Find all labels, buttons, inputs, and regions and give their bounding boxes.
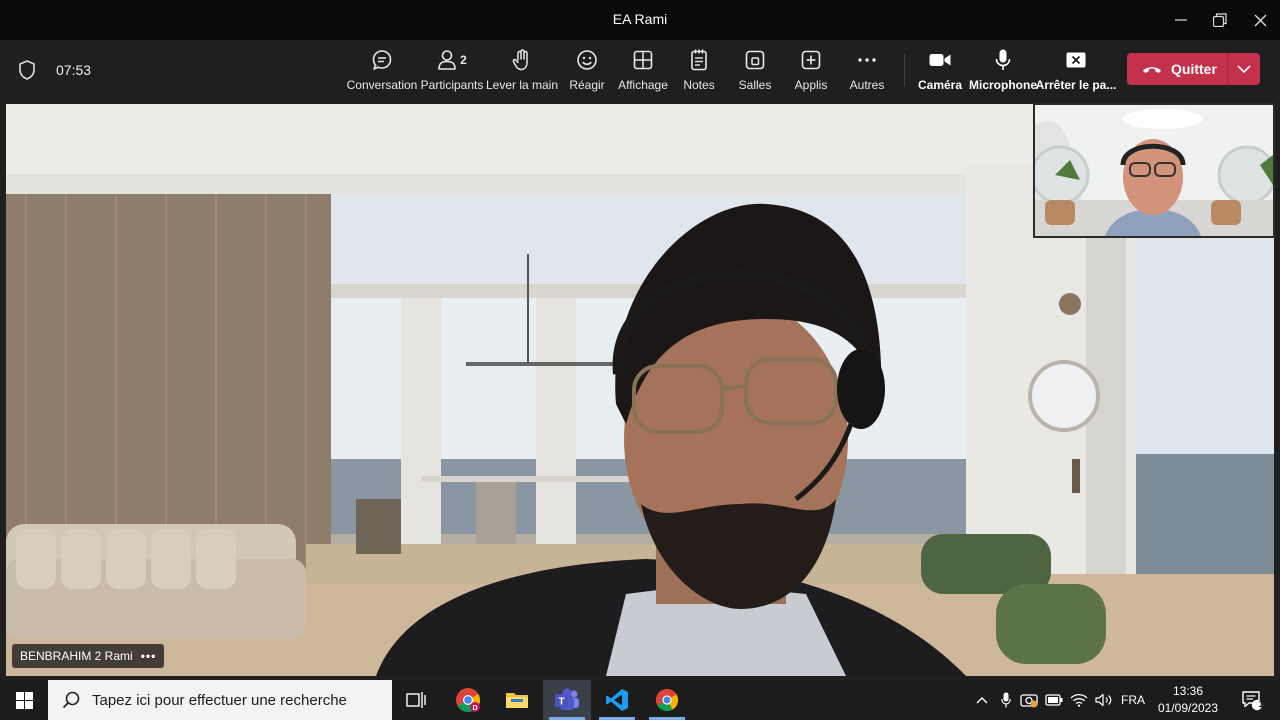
windows-logo-icon <box>15 691 33 709</box>
taskbar-vscode[interactable] <box>593 680 641 720</box>
more-options-icon[interactable]: ••• <box>141 649 157 663</box>
microphone-button[interactable]: Microphone <box>969 48 1037 94</box>
notification-center-button[interactable]: 1 <box>1234 680 1270 720</box>
clock-time: 13:36 <box>1172 684 1204 698</box>
speaker-nameplate[interactable]: BENBRAHIM 2 Rami ••• <box>12 644 165 668</box>
more-icon <box>858 58 876 62</box>
stop-share-icon <box>1066 52 1086 68</box>
search-icon <box>62 691 80 709</box>
taskbar-file-explorer[interactable] <box>493 680 541 720</box>
rooms-label: Salles <box>738 78 772 92</box>
layout-icon <box>633 50 653 70</box>
task-view-icon <box>406 692 426 708</box>
task-view-button[interactable] <box>392 680 440 720</box>
close-button[interactable] <box>1240 0 1280 40</box>
camera-button[interactable]: Caméra <box>918 48 962 94</box>
participants-label: Participants <box>420 78 484 92</box>
taskbar-teams[interactable]: T <box>543 680 591 720</box>
window-titlebar: EA Rami <box>0 0 1280 40</box>
clock-date: 01/09/2023 <box>1157 701 1219 715</box>
taskbar-chrome[interactable] <box>643 680 691 720</box>
vscode-icon <box>606 689 628 711</box>
meeting-toolbar: 07:53 Conversation 2 Participants Lever … <box>0 40 1280 100</box>
speaker-name: BENBRAHIM 2 Rami <box>20 649 133 663</box>
leave-button-group: Quitter <box>1127 53 1260 85</box>
minimize-icon <box>1175 19 1187 21</box>
tray-wifi[interactable] <box>1068 680 1090 720</box>
stop-sharing-button[interactable]: Arrêter le pa... <box>1036 48 1116 94</box>
speaker-icon <box>1095 693 1112 707</box>
people-icon <box>438 50 456 70</box>
windows-taskbar: Tapez ici pour effectuer une recherche D… <box>0 680 1280 720</box>
tray-camera-app[interactable] <box>1018 680 1040 720</box>
raise-hand-button[interactable]: Lever la main <box>485 48 559 94</box>
start-button[interactable] <box>0 680 48 720</box>
close-icon <box>1254 14 1266 26</box>
teams-icon: T <box>555 688 579 710</box>
camera-label: Caméra <box>917 78 963 92</box>
chrome-icon: D <box>456 688 481 713</box>
leave-button[interactable]: Quitter <box>1127 53 1227 85</box>
notes-label: Notes <box>683 78 715 92</box>
tray-microphone[interactable] <box>996 680 1016 720</box>
leave-label: Quitter <box>1171 61 1217 77</box>
stop-sharing-label: Arrêter le pa... <box>1035 78 1117 92</box>
restore-icon <box>1213 13 1227 27</box>
svg-text:T: T <box>558 697 564 708</box>
microphone-icon <box>1001 692 1011 708</box>
taskbar-search-box[interactable]: Tapez ici pour effectuer une recherche <box>48 680 392 720</box>
hand-icon <box>512 49 528 71</box>
conversation-button[interactable]: Conversation <box>347 48 417 94</box>
minimize-button[interactable] <box>1161 0 1201 40</box>
chat-icon <box>372 50 392 70</box>
breakout-rooms-icon <box>745 50 765 70</box>
react-label: Réagir <box>569 78 605 92</box>
video-camera-icon <box>929 54 951 66</box>
more-actions-button[interactable]: Autres <box>847 48 887 94</box>
toolbar-divider <box>904 54 905 86</box>
notes-button[interactable]: Notes <box>680 48 718 94</box>
smiley-icon <box>577 50 597 70</box>
self-view-video[interactable] <box>1033 103 1275 238</box>
participants-button[interactable]: 2 Participants <box>420 48 484 94</box>
tray-clock[interactable]: 13:36 01/09/2023 <box>1152 683 1224 717</box>
meeting-timer: 07:53 <box>56 62 92 78</box>
restore-button[interactable] <box>1200 0 1240 40</box>
shield-icon[interactable] <box>18 60 36 85</box>
notification-count: 1 <box>1258 699 1264 709</box>
view-label: Affichage <box>618 78 668 92</box>
chevron-down-icon <box>1237 65 1251 73</box>
react-button[interactable]: Réagir <box>567 48 607 94</box>
chevron-up-icon <box>976 697 988 704</box>
taskbar-chrome-profile[interactable]: D <box>444 680 492 720</box>
more-actions-label: Autres <box>849 78 885 92</box>
conversation-label: Conversation <box>346 78 418 92</box>
chrome-icon <box>655 688 679 712</box>
add-app-icon <box>801 50 821 70</box>
microphone-label: Microphone <box>969 78 1037 92</box>
tray-volume[interactable] <box>1093 680 1115 720</box>
hang-up-icon <box>1143 67 1161 73</box>
apps-label: Applis <box>794 78 828 92</box>
window-title: EA Rami <box>612 11 668 27</box>
self-view-image <box>1035 105 1273 236</box>
search-placeholder: Tapez ici pour effectuer une recherche <box>92 691 347 709</box>
view-button[interactable]: Affichage <box>617 48 669 94</box>
notes-icon <box>691 49 707 71</box>
wifi-icon <box>1070 693 1088 707</box>
tray-language[interactable]: FRA <box>1118 680 1148 720</box>
folder-icon <box>506 693 528 708</box>
rooms-button[interactable]: Salles <box>737 48 773 94</box>
leave-options-dropdown[interactable] <box>1228 53 1260 85</box>
camera-icon <box>1020 694 1038 708</box>
svg-text:D: D <box>472 705 477 712</box>
raise-hand-label: Lever la main <box>485 78 559 92</box>
tray-overflow-button[interactable] <box>972 680 992 720</box>
tray-battery[interactable] <box>1043 680 1065 720</box>
battery-icon <box>1045 694 1063 706</box>
apps-button[interactable]: Applis <box>792 48 830 94</box>
participants-count: 2 <box>460 53 467 67</box>
microphone-icon <box>995 49 1011 70</box>
